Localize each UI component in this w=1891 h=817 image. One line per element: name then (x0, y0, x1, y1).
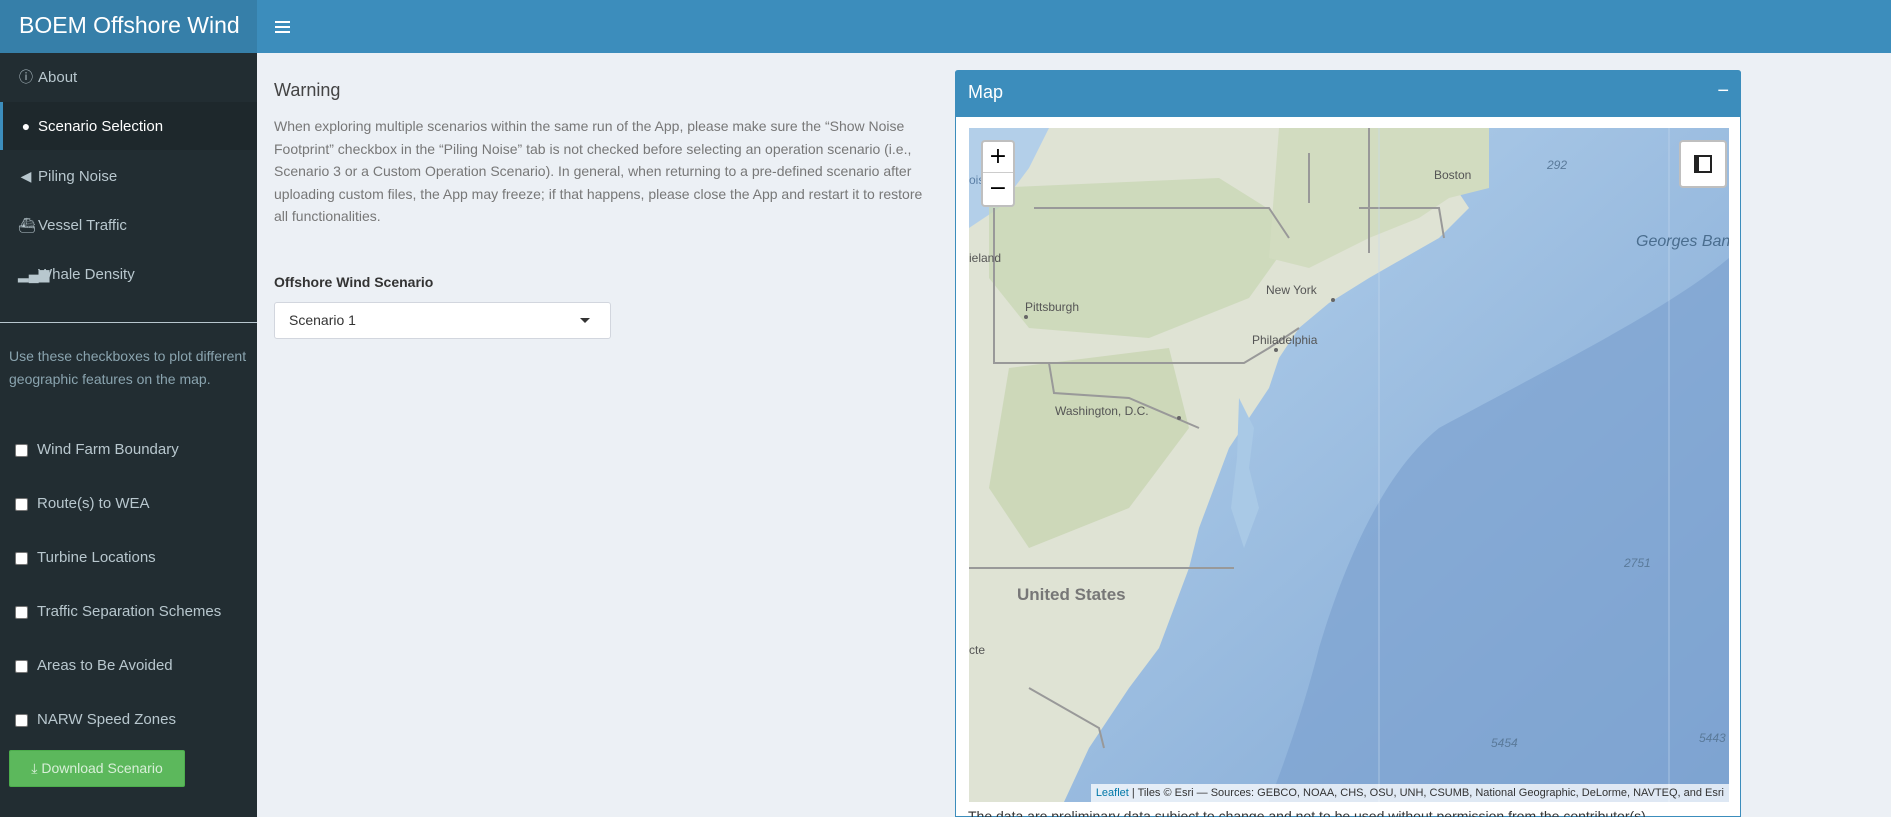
checkbox-traffic-separation-schemes[interactable]: Traffic Separation Schemes (14, 601, 254, 623)
warning-text: When exploring multiple scenarios within… (274, 118, 923, 224)
scenario-label: Offshore Wind Scenario (274, 274, 434, 290)
sidebar-item-whale-density[interactable]: ▂▄▆Whale Density (0, 250, 257, 298)
caret-down-icon (580, 318, 590, 323)
map-panel: Map − Boston 292 Georges Bank ieland ois… (955, 70, 1741, 817)
city-dot (1274, 348, 1278, 352)
scenario-select[interactable]: Scenario 1 (274, 302, 611, 339)
zoom-control: + − (981, 140, 1015, 207)
zoom-in-button[interactable]: + (983, 142, 1013, 173)
city-dot (1331, 298, 1335, 302)
map-panel-header: Map − (955, 70, 1741, 117)
checkbox-label: Wind Farm Boundary (37, 441, 179, 458)
map-label-new-york: New York (1266, 283, 1317, 297)
checkbox-box[interactable] (15, 660, 28, 673)
checkbox-narw-speed-zones[interactable]: NARW Speed Zones (14, 709, 254, 731)
top-header: BOEM Offshore Wind (0, 0, 1891, 53)
ship-icon: ⛴ (18, 217, 36, 233)
collapse-icon[interactable]: − (1717, 70, 1729, 112)
map-marker-icon: ● (21, 118, 31, 134)
map-tiles (969, 128, 1729, 802)
info-circle-icon: ⓘ (19, 69, 33, 85)
download-label: Download Scenario (41, 760, 163, 776)
checkbox-label: Route(s) to WEA (37, 495, 150, 512)
checkbox-label: NARW Speed Zones (37, 711, 176, 728)
sidebar-item-piling-noise[interactable]: ◀ Piling Noise (0, 152, 257, 200)
city-dot (1177, 416, 1181, 420)
attribution-text: | Tiles © Esri — Sources: GEBCO, NOAA, C… (1128, 787, 1724, 799)
sidebar-divider (0, 322, 257, 323)
map-depth-label: 2751 (1624, 556, 1651, 570)
map-depth-label: 292 (1547, 158, 1568, 172)
city-dot (1024, 315, 1028, 319)
layers-button[interactable] (1679, 140, 1727, 188)
signal-icon: ▂▄▆ (18, 266, 50, 282)
map-label-georges-bank: Georges Bank (1636, 233, 1729, 250)
leaflet-map[interactable]: Boston 292 Georges Bank ieland oise New … (969, 128, 1729, 802)
download-icon: ⤓ (31, 760, 42, 776)
layers-icon (1694, 155, 1712, 173)
map-panel-title: Map (968, 82, 1004, 102)
sidebar-item-scenario-selection[interactable]: ● Scenario Selection (0, 102, 257, 150)
sidebar-item-label: Scenario Selection (38, 118, 164, 135)
checkbox-routes-to-wea[interactable]: Route(s) to WEA (14, 493, 254, 515)
checkbox-areas-to-be-avoided[interactable]: Areas to Be Avoided (14, 655, 254, 677)
map-depth-label: 5443 (1699, 731, 1726, 745)
sidebar-toggle-icon[interactable] (272, 14, 292, 38)
map-label-philadelphia: Philadelphia (1252, 333, 1318, 347)
sidebar-item-label: About (38, 69, 78, 86)
map-label-ieland: ieland (969, 251, 1002, 265)
sidebar-item-label: Vessel Traffic (38, 217, 127, 234)
sidebar-help-text: Use these checkboxes to plot different g… (9, 348, 247, 387)
leaflet-link[interactable]: Leaflet (1096, 787, 1129, 799)
map-label-united-states: United States (1017, 585, 1126, 604)
sidebar: ⓘ About ● Scenario Selection ◀ Piling Noise… (0, 53, 257, 817)
checkbox-box[interactable] (15, 498, 28, 511)
checkbox-box[interactable] (15, 606, 28, 619)
map-depth-label: 5454 (1491, 736, 1518, 750)
checkbox-turbine-locations[interactable]: Turbine Locations (14, 547, 254, 569)
volume-icon: ◀ (20, 168, 32, 184)
map-footnote: The data are preliminary data subject to… (968, 808, 1650, 817)
checkbox-label: Traffic Separation Schemes (37, 603, 222, 620)
checkbox-label: Areas to Be Avoided (37, 657, 173, 674)
zoom-out-button[interactable]: − (983, 174, 1013, 205)
download-scenario-button[interactable]: ⤓ Download Scenario (9, 750, 185, 787)
sidebar-item-vessel-traffic[interactable]: ⛴ Vessel Traffic (0, 201, 257, 249)
scenario-select-value: Scenario 1 (289, 312, 356, 328)
map-label-boston: Boston (1434, 168, 1472, 182)
warning-title: Warning (274, 80, 341, 100)
map-label-washington: Washington, D.C. (1055, 404, 1149, 418)
sidebar-item-label: Piling Noise (38, 168, 118, 185)
app-title[interactable]: BOEM Offshore Wind (0, 0, 257, 53)
checkbox-label: Turbine Locations (37, 549, 156, 566)
checkbox-wind-farm-boundary[interactable]: Wind Farm Boundary (14, 439, 254, 461)
map-attribution: Leaflet | Tiles © Esri — Sources: GEBCO,… (1090, 784, 1729, 802)
map-label-pittsburgh: Pittsburgh (1025, 300, 1080, 314)
checkbox-box[interactable] (15, 444, 28, 457)
checkbox-box[interactable] (15, 552, 28, 565)
map-label-cte: cte (969, 643, 986, 657)
sidebar-item-about[interactable]: ⓘ About (0, 53, 257, 101)
sidebar-item-label: Whale Density (38, 266, 135, 283)
checkbox-box[interactable] (15, 714, 28, 727)
